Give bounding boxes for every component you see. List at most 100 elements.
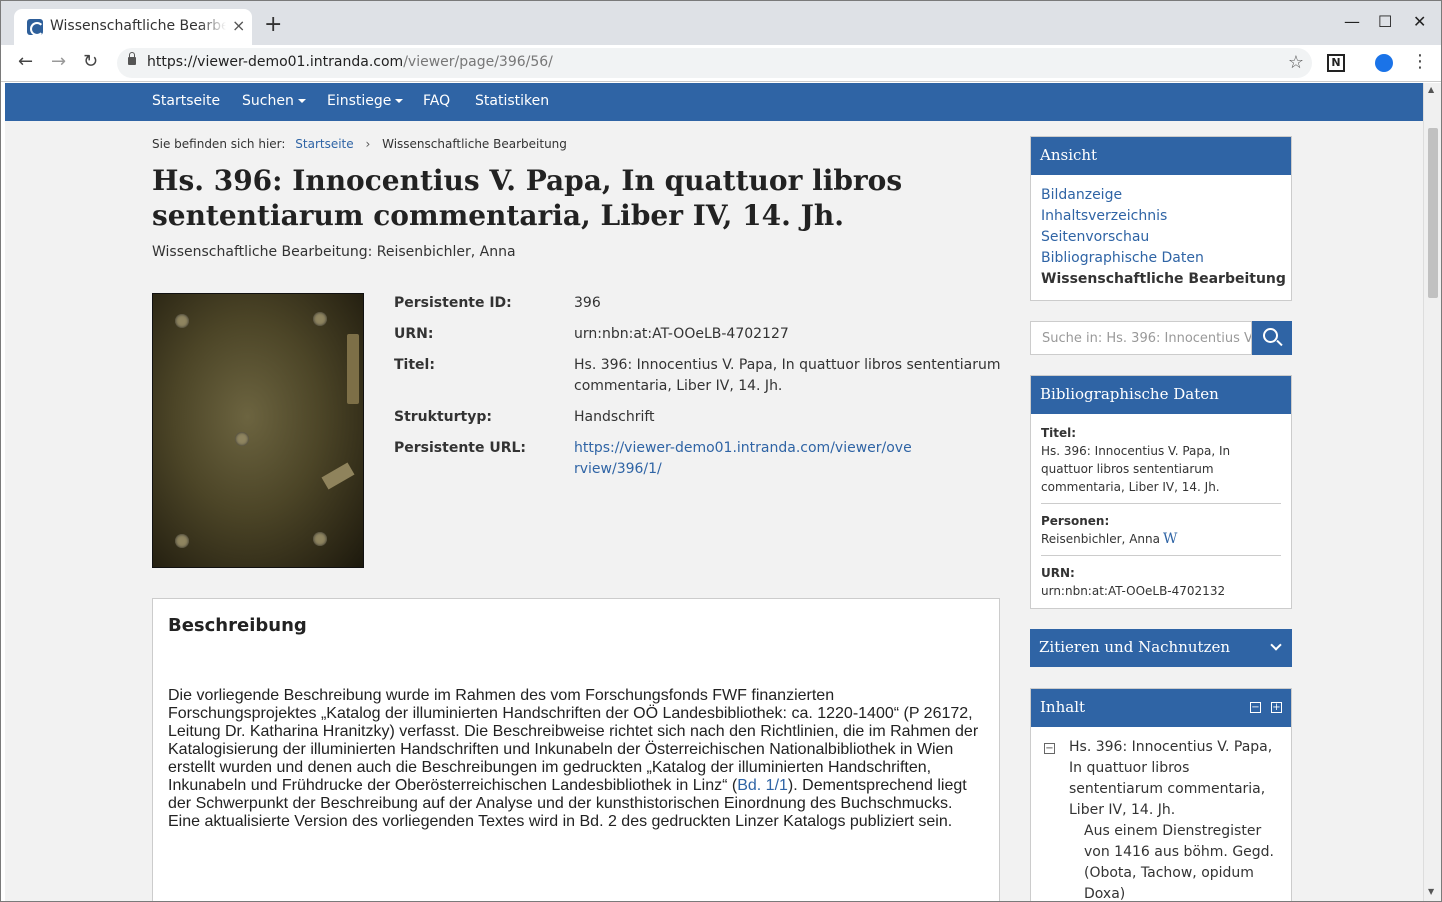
view-links: Bildanzeige Inhaltsverzeichnis Seitenvor… — [1031, 175, 1291, 300]
breadcrumb-separator: › — [365, 137, 371, 151]
bib-urn-value: urn:nbn:at:AT-OOeLB-4702132 — [1041, 584, 1226, 598]
cover-boss — [175, 534, 189, 548]
link-wissenschaftliche-bearbeitung[interactable]: Wissenschaftliche Bearbeitung — [1041, 269, 1286, 290]
breadcrumb: Sie befinden sich hier: Startseite › Wis… — [152, 137, 567, 151]
volume-link[interactable]: Bd. 1/1 — [737, 777, 788, 794]
cite-widget[interactable]: Zitieren und Nachnutzen — [1030, 629, 1292, 667]
view-widget: Ansicht Bildanzeige Inhaltsverzeichnis S… — [1030, 136, 1292, 301]
bib-urn-label: URN: — [1041, 566, 1075, 580]
metadata-label: URN: — [394, 326, 434, 342]
chevron-down-icon — [1270, 639, 1282, 651]
person-name[interactable]: Reisenbichler, Anna — [1041, 532, 1160, 546]
breadcrumb-home-link[interactable]: Startseite — [295, 137, 353, 151]
persistent-url-link[interactable]: https://viewer-demo01.intranda.com/viewe… — [574, 440, 912, 477]
browser-window: Wissenschaftliche Bearbeitung × + — ☐ ✕ … — [0, 0, 1442, 902]
tab-strip: Wissenschaftliche Bearbeitung × + — ☐ ✕ — [1, 1, 1441, 45]
collapse-all-icon[interactable]: − — [1250, 702, 1261, 713]
nav-faq[interactable]: FAQ — [423, 93, 450, 109]
cover-boss — [235, 432, 249, 446]
search-in-record: Suche in: Hs. 396: Innocentius V. Papa — [1030, 321, 1292, 355]
metadata-value: Handschrift — [574, 409, 655, 425]
bib-persons-label: Personen: — [1041, 514, 1110, 528]
lock-icon — [128, 52, 136, 65]
bibliographic-content: Titel: Hs. 396: Innocentius V. Papa, In … — [1031, 414, 1291, 610]
site-favicon-icon — [27, 19, 44, 36]
search-button[interactable] — [1252, 321, 1292, 355]
search-icon — [1263, 328, 1278, 343]
divider — [1041, 555, 1281, 556]
reload-button[interactable]: ↻ — [83, 51, 98, 73]
wikipedia-icon[interactable]: W — [1163, 531, 1177, 547]
extension-profile-icon[interactable] — [1375, 54, 1393, 72]
close-window-button[interactable]: ✕ — [1413, 13, 1426, 31]
toc-widget: Inhalt − + − Hs. 396: Innocentius V. Pap… — [1030, 688, 1292, 901]
tab-close-icon[interactable]: × — [232, 17, 245, 35]
nav-einstiege[interactable]: Einstiege — [327, 93, 404, 109]
link-bibliographische-daten[interactable]: Bibliographische Daten — [1041, 248, 1281, 269]
metadata-value: Hs. 396: Innocentius V. Papa, In quattuo… — [574, 357, 1001, 394]
browser-tab[interactable]: Wissenschaftliche Bearbeitung × — [14, 9, 252, 45]
tab-title: Wissenschaftliche Bearbeitung — [50, 18, 226, 34]
metadata-label: Titel: — [394, 357, 435, 373]
main-navbar: Startseite Suchen Einstiege FAQ Statisti… — [5, 83, 1423, 121]
metadata-value: urn:nbn:at:AT-OOeLB-4702127 — [574, 326, 789, 342]
toc-heading-text: Inhalt — [1040, 698, 1086, 716]
nav-suchen[interactable]: Suchen — [242, 93, 306, 109]
nav-statistiken[interactable]: Statistiken — [475, 93, 549, 109]
toc-item-child[interactable]: Aus einem Dienstregister von 1416 aus bö… — [1084, 821, 1284, 901]
scroll-down-icon[interactable]: ▼ — [1428, 887, 1434, 896]
description-text: Die vorliegende Beschreibung wurde im Ra… — [168, 687, 979, 830]
breadcrumb-prefix: Sie befinden sich hier: — [152, 137, 286, 151]
nav-startseite[interactable]: Startseite — [152, 93, 220, 109]
metadata-value: 396 — [574, 295, 601, 311]
cite-widget-heading[interactable]: Zitieren und Nachnutzen — [1030, 629, 1292, 667]
link-seitenvorschau[interactable]: Seitenvorschau — [1041, 227, 1281, 248]
bibliographic-widget-heading: Bibliographische Daten — [1031, 376, 1291, 414]
minimize-button[interactable]: — — [1344, 13, 1360, 31]
page-viewport: Startseite Suchen Einstiege FAQ Statisti… — [5, 83, 1441, 901]
cover-clasp — [321, 462, 355, 490]
extension-n-icon[interactable]: N — [1327, 54, 1345, 72]
toc-widget-heading: Inhalt − + — [1031, 689, 1291, 727]
description-heading: Beschreibung — [168, 615, 307, 636]
link-inhaltsverzeichnis[interactable]: Inhaltsverzeichnis — [1041, 206, 1281, 227]
link-bildanzeige[interactable]: Bildanzeige — [1041, 185, 1281, 206]
url-text: https://viewer-demo01.intranda.com/viewe… — [147, 54, 553, 70]
toc-item-root[interactable]: Hs. 396: Innocentius V. Papa, In quattuo… — [1069, 737, 1279, 821]
cover-strap — [347, 334, 359, 404]
bib-title-label: Titel: — [1041, 426, 1077, 440]
bookmark-star-icon[interactable]: ☆ — [1288, 52, 1304, 73]
page-subtitle: Wissenschaftliche Bearbeitung: Reisenbic… — [152, 244, 516, 260]
back-button[interactable]: ← — [18, 51, 33, 73]
page-title: Hs. 396: Innocentius V. Papa, In quattuo… — [152, 164, 903, 232]
search-input[interactable]: Suche in: Hs. 396: Innocentius V. Papa — [1030, 321, 1252, 355]
bibliographic-widget: Bibliographische Daten Titel: Hs. 396: I… — [1030, 375, 1292, 609]
browser-toolbar: ← → ↻ https://viewer-demo01.intranda.com… — [1, 45, 1441, 82]
metadata-label: Persistente URL: — [394, 440, 527, 456]
forward-button[interactable]: → — [51, 51, 66, 73]
cover-boss — [313, 312, 327, 326]
cover-thumbnail-image[interactable] — [152, 293, 364, 568]
metadata-label: Strukturtyp: — [394, 409, 492, 425]
cite-heading-text: Zitieren und Nachnutzen — [1039, 638, 1231, 656]
page-scrollbar[interactable]: ▲ ▼ — [1423, 83, 1441, 901]
divider — [1041, 503, 1281, 504]
cover-boss — [313, 532, 327, 546]
scroll-up-icon[interactable]: ▲ — [1428, 85, 1434, 94]
address-bar[interactable]: https://viewer-demo01.intranda.com/viewe… — [117, 48, 1312, 78]
metadata-label: Persistente ID: — [394, 295, 512, 311]
expand-all-icon[interactable]: + — [1271, 702, 1282, 713]
view-widget-heading: Ansicht — [1031, 137, 1291, 175]
toc-collapse-toggle-icon[interactable]: − — [1044, 743, 1055, 754]
caret-down-icon — [395, 99, 404, 103]
description-panel: Beschreibung Die vorliegende Beschreibun… — [152, 598, 1000, 901]
browser-menu-icon[interactable]: ⋮ — [1411, 51, 1429, 72]
new-tab-button[interactable]: + — [264, 14, 282, 36]
scroll-thumb[interactable] — [1428, 128, 1438, 298]
maximize-button[interactable]: ☐ — [1378, 13, 1392, 31]
bib-title-value: Hs. 396: Innocentius V. Papa, In quattuo… — [1041, 444, 1231, 494]
breadcrumb-current: Wissenschaftliche Bearbeitung — [382, 137, 567, 151]
cover-boss — [175, 314, 189, 328]
caret-down-icon — [297, 99, 306, 103]
metadata-value: https://viewer-demo01.intranda.com/viewe… — [574, 438, 914, 480]
